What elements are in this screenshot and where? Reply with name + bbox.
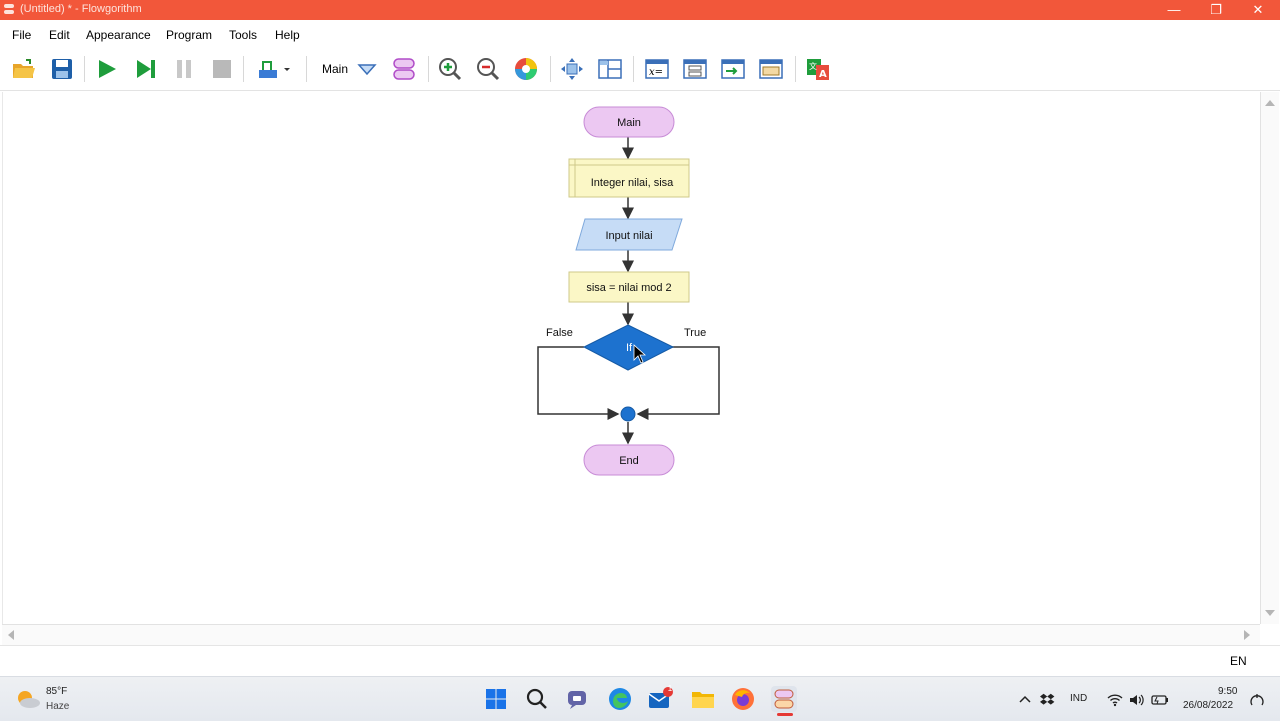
true-label: True xyxy=(684,327,706,339)
declare-shape[interactable]: Integer nilai, sisa xyxy=(568,158,690,198)
dropbox-icon[interactable] xyxy=(1039,691,1057,709)
edge-browser-icon[interactable] xyxy=(607,686,633,712)
start-label: Main xyxy=(617,117,641,129)
scroll-up-icon xyxy=(1265,100,1275,106)
scroll-right-icon xyxy=(1244,630,1250,640)
notification-icon[interactable] xyxy=(1248,691,1266,709)
language-indicator[interactable]: EN xyxy=(1230,654,1247,668)
wifi-icon[interactable] xyxy=(1106,691,1124,709)
input-label: Input nilai xyxy=(605,230,652,242)
flowchart: Main Integer nilai, sisa Input nilai sis… xyxy=(537,106,720,476)
start-shape[interactable]: Main xyxy=(583,106,675,138)
clock-time[interactable]: 9:50 xyxy=(1218,686,1237,697)
horizontal-scrollbar[interactable] xyxy=(2,624,1260,645)
mail-badge: 1 xyxy=(667,684,673,693)
flowgorithm-taskbar-icon[interactable] xyxy=(771,686,797,712)
end-shape[interactable]: End xyxy=(583,444,675,476)
if-label: If xyxy=(626,342,633,354)
vertical-scrollbar[interactable] xyxy=(1260,92,1279,624)
volume-icon[interactable] xyxy=(1128,691,1146,709)
chevron-up-icon[interactable] xyxy=(1016,691,1034,709)
join-point[interactable] xyxy=(620,406,636,422)
scroll-left-icon xyxy=(8,630,14,640)
file-explorer-icon[interactable] xyxy=(690,686,716,712)
assign-shape[interactable]: sisa = nilai mod 2 xyxy=(568,271,690,303)
search-icon[interactable] xyxy=(524,686,550,712)
scroll-down-icon xyxy=(1265,610,1275,616)
false-label: False xyxy=(546,327,573,339)
status-bar xyxy=(0,645,1280,676)
teams-chat-icon[interactable] xyxy=(565,686,591,712)
weather-icon[interactable] xyxy=(15,686,41,712)
input-language[interactable]: IND xyxy=(1070,693,1087,704)
weather-description[interactable]: Haze xyxy=(46,701,69,712)
if-decision-shape[interactable]: If xyxy=(582,324,675,371)
clock-date[interactable]: 26/08/2022 xyxy=(1183,700,1233,711)
end-label: End xyxy=(619,455,639,467)
firefox-icon[interactable] xyxy=(730,686,756,712)
declare-label: Integer nilai, sisa xyxy=(591,177,674,189)
windows-start-icon[interactable] xyxy=(483,686,509,712)
input-shape[interactable]: Input nilai xyxy=(575,218,683,251)
battery-icon[interactable] xyxy=(1151,691,1169,709)
assign-label: sisa = nilai mod 2 xyxy=(586,282,671,294)
weather-temperature[interactable]: 85°F xyxy=(46,686,67,697)
taskbar xyxy=(0,676,1280,721)
active-app-indicator xyxy=(777,713,793,716)
